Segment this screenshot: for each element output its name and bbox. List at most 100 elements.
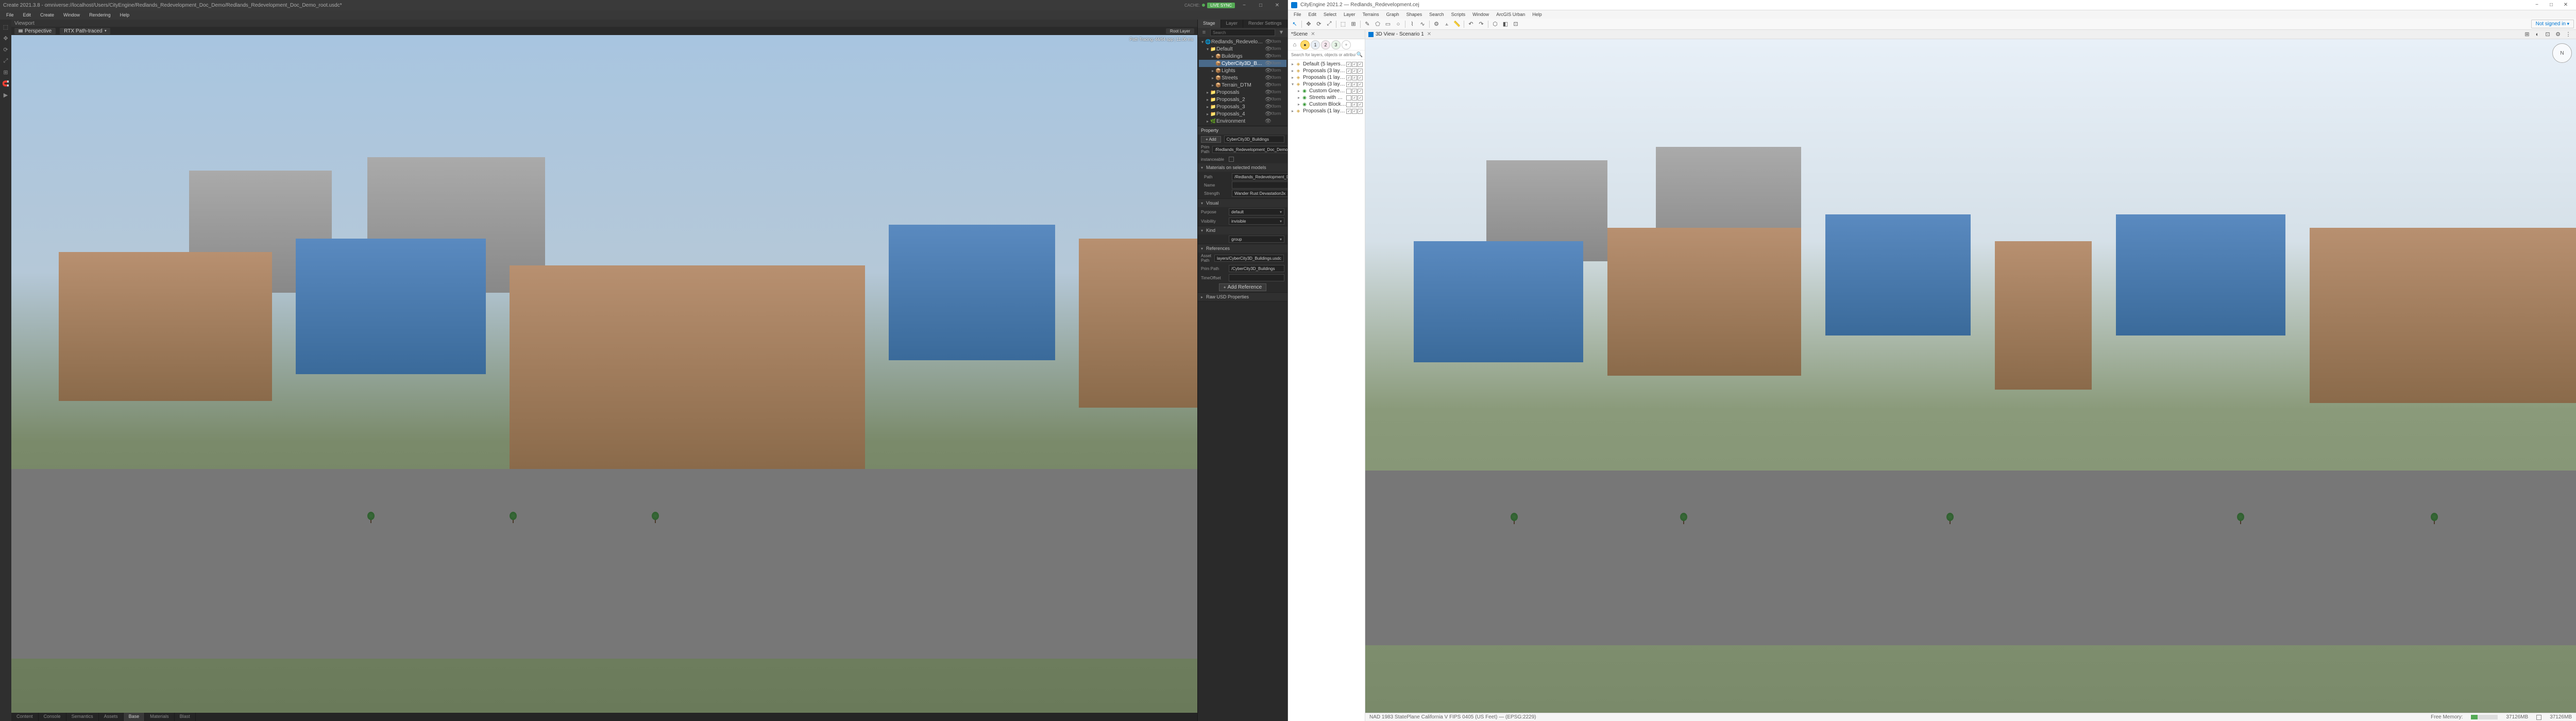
layer-row[interactable]: ▸◉Custom Green Space (shared) (2 objects… [1289, 88, 1364, 94]
extra-2-icon[interactable]: ◧ [1501, 20, 1510, 29]
layer-row[interactable]: ▸◉Streets with Redevelopment Model (shar… [1289, 94, 1364, 101]
tree-row[interactable]: ▸📦Lights👁Xform [1199, 67, 1286, 74]
mat-path-field[interactable]: /Redlands_Redevelopment_Doc_Demo/Default… [1232, 173, 1287, 180]
references-section-header[interactable]: References [1198, 244, 1287, 253]
rotate-tool-icon[interactable]: ⟳ [1314, 20, 1324, 29]
minimize-button[interactable]: − [1237, 1, 1251, 9]
expand-arrow-icon[interactable]: ▸ [1205, 90, 1210, 95]
menu-select[interactable]: Select [1320, 11, 1340, 18]
kind-dropdown[interactable]: group [1229, 236, 1284, 243]
materials-section-header[interactable]: Materials on selected models [1198, 163, 1287, 172]
kind-section-header[interactable]: Kind [1198, 226, 1287, 234]
tab-render-settings[interactable]: Render Settings [1243, 20, 1287, 28]
select-tool-icon[interactable]: ⬚ [2, 23, 10, 31]
expand-arrow-icon[interactable]: ▸ [1205, 97, 1210, 102]
purpose-dropdown[interactable]: default [1229, 208, 1284, 215]
magnet-tool-icon[interactable]: 🧲 [2, 79, 10, 88]
visibility-toggle[interactable]: 👁 [1265, 39, 1269, 45]
menu-window[interactable]: Window [1469, 11, 1493, 18]
visibility-toggle[interactable]: 👁 [1265, 111, 1269, 117]
expand-arrow-icon[interactable]: ▸ [1296, 102, 1301, 107]
redo-icon[interactable]: ↷ [1477, 20, 1486, 29]
close-button[interactable]: ✕ [1270, 1, 1284, 9]
layer-check-3[interactable] [1358, 62, 1363, 67]
align-tool-icon[interactable]: ⫠ [1442, 20, 1451, 29]
visibility-toggle[interactable]: 👁 [1265, 97, 1269, 103]
render-mode-selector[interactable]: RTX Path-traced▸ [60, 28, 110, 35]
visibility-toggle[interactable]: 👁 [1265, 54, 1269, 59]
tab-materials[interactable]: Materials [145, 713, 175, 721]
menu-edit[interactable]: Edit [19, 11, 36, 19]
tree-row[interactable]: ▸📁Proposals👁Xform [1199, 89, 1286, 96]
expand-arrow-icon[interactable]: ▾ [1205, 47, 1210, 52]
rotate-tool-icon[interactable]: ⟳ [2, 45, 10, 54]
home-icon[interactable]: ⌂ [1290, 40, 1299, 49]
visibility-toggle[interactable]: 👁 [1265, 90, 1269, 95]
circle-tool-icon[interactable]: ○ [1394, 20, 1403, 29]
camera-selector[interactable]: Perspective [14, 28, 56, 35]
tree-row[interactable]: ▸📦Buildings👁Xform [1199, 53, 1286, 60]
scene-tab[interactable]: *Scene ✕ [1288, 30, 1365, 39]
stage-search-input[interactable] [1210, 29, 1275, 36]
tab-assets[interactable]: Assets [99, 713, 124, 721]
scenario-pill-active[interactable]: ● [1300, 40, 1310, 49]
tree-row[interactable]: ▸📁Proposals_3👁Xform [1199, 103, 1286, 110]
search-icon[interactable]: 🔍 [1357, 52, 1363, 58]
signin-button[interactable]: Not signed in ▾ [2531, 20, 2574, 28]
tab-console[interactable]: Console [39, 713, 66, 721]
street-tool-icon[interactable]: ⌇ [1408, 20, 1417, 29]
extra-3-icon[interactable]: ⊡ [1511, 20, 1520, 29]
layer-check-1[interactable] [1346, 69, 1351, 74]
scenario-pill-3[interactable]: 3 [1331, 40, 1341, 49]
time-offset-field[interactable] [1229, 274, 1284, 281]
visual-section-header[interactable]: Visual [1198, 199, 1287, 207]
layer-check-3[interactable] [1358, 69, 1363, 74]
asset-path-field[interactable]: layers/CyberCity3D_Buildings.usdc [1214, 255, 1284, 262]
menu-shapes[interactable]: Shapes [1403, 11, 1426, 18]
layer-check-2[interactable] [1352, 69, 1357, 74]
layer-check-3[interactable] [1358, 89, 1363, 94]
pointer-tool-icon[interactable]: ↖ [1290, 20, 1299, 29]
menu-arcgis-urban[interactable]: ArcGIS Urban [1493, 11, 1529, 18]
layer-check-2[interactable] [1352, 62, 1357, 67]
layer-row[interactable]: ▸◈Default (5 layers | 1777 objects) [1289, 61, 1364, 68]
tree-row[interactable]: ▸🌿Environment👁 [1199, 118, 1286, 125]
expand-arrow-icon[interactable]: ▸ [1296, 95, 1301, 100]
expand-arrow-icon[interactable]: ▸ [1210, 69, 1215, 73]
visibility-toggle[interactable]: 👁 [1265, 68, 1269, 74]
layer-row[interactable]: ▸◈Proposals (3 layers | 20 objects) [1289, 68, 1364, 74]
visibility-toggle[interactable]: 👁 [1265, 46, 1269, 52]
menu-search[interactable]: Search [1426, 11, 1448, 18]
move-tool-icon[interactable]: ✥ [1304, 20, 1313, 29]
menu-graph[interactable]: Graph [1383, 11, 1403, 18]
tree-row[interactable]: ▾🌐Redlands_Redevelopment_Doc_Demo (defau… [1199, 38, 1286, 45]
tree-row[interactable]: ▸📦Streets👁Xform [1199, 74, 1286, 81]
layer-check-3[interactable] [1358, 82, 1363, 87]
snap-tool-icon[interactable]: ⊞ [2, 68, 10, 76]
close-view-icon[interactable]: ✕ [1427, 31, 1431, 37]
maximize-button[interactable]: □ [1253, 1, 1268, 9]
status-box-icon[interactable] [2536, 715, 2541, 720]
menu-edit[interactable]: Edit [1305, 11, 1320, 18]
rect-tool-icon[interactable]: ▭ [1383, 20, 1393, 29]
expand-arrow-icon[interactable]: ▾ [1200, 40, 1205, 44]
visibility-toggle[interactable]: 👁 [1265, 61, 1269, 66]
expand-arrow-icon[interactable]: ▸ [1296, 89, 1301, 93]
layer-check-1[interactable] [1346, 75, 1351, 80]
tab-layer[interactable]: Layer [1221, 20, 1244, 28]
root-layer-chip[interactable]: Root Layer [1166, 28, 1194, 34]
expand-arrow-icon[interactable]: ▸ [1205, 112, 1210, 116]
menu-scripts[interactable]: Scripts [1448, 11, 1469, 18]
scenario-pill-1[interactable]: 1 [1311, 40, 1320, 49]
layer-check-2[interactable] [1352, 89, 1357, 94]
add-button[interactable]: + Add [1201, 136, 1221, 143]
extra-1-icon[interactable]: ⬡ [1490, 20, 1500, 29]
draw-tool-icon[interactable]: ✎ [1363, 20, 1372, 29]
live-sync-badge[interactable]: LIVE SYNC [1207, 3, 1235, 8]
menu-layer[interactable]: Layer [1340, 11, 1359, 18]
menu-file[interactable]: File [1290, 11, 1305, 18]
hamburger-icon[interactable]: ≡ [1200, 28, 1208, 37]
frame-tool-icon[interactable]: ⬚ [1338, 20, 1348, 29]
visibility-dropdown[interactable]: invisible [1229, 217, 1284, 225]
layer-check-2[interactable] [1352, 109, 1357, 114]
